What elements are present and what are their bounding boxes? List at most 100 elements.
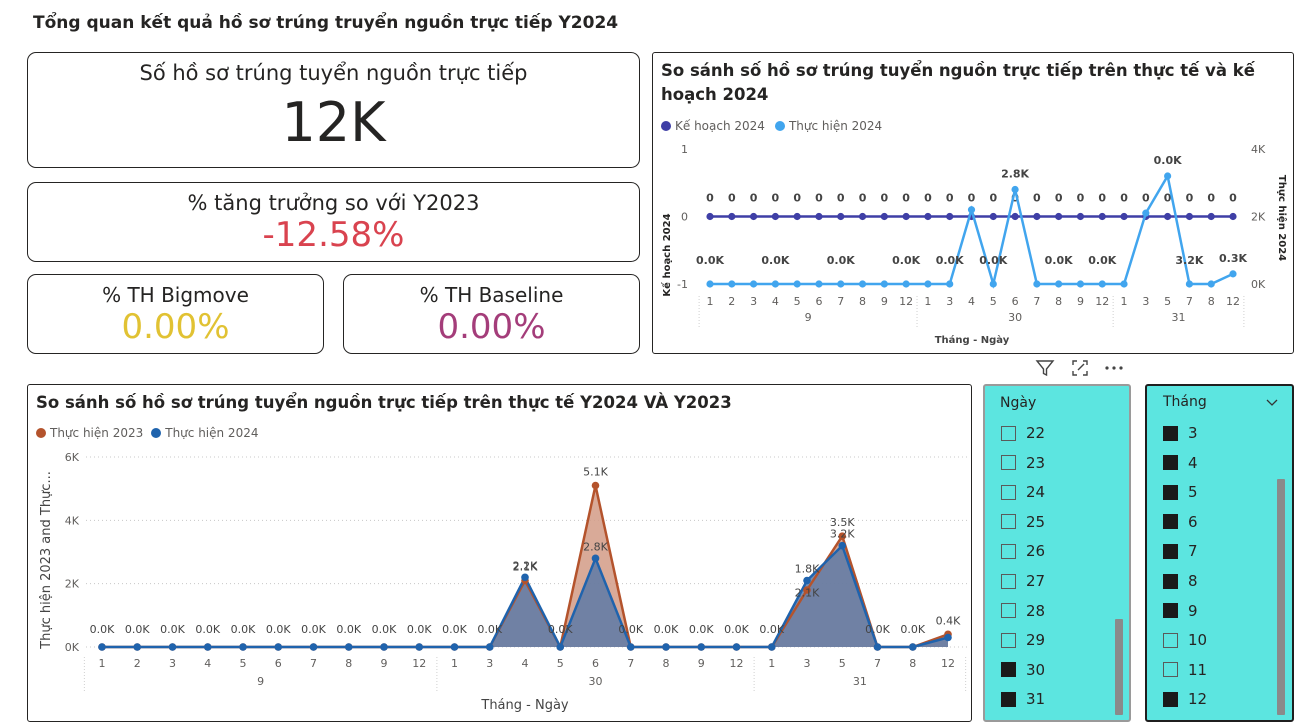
- actual-point[interactable]: [1229, 270, 1237, 278]
- day-item-31[interactable]: 31: [1001, 690, 1045, 708]
- actual-point[interactable]: [967, 206, 976, 214]
- checkbox-checked-icon[interactable]: [1163, 455, 1178, 471]
- month-item-4[interactable]: 4: [1163, 454, 1198, 472]
- point-2024[interactable]: [908, 643, 917, 651]
- plan-point[interactable]: [924, 212, 932, 221]
- actual-point[interactable]: [1142, 209, 1150, 217]
- point-2024[interactable]: [944, 633, 952, 642]
- point-2024[interactable]: [203, 643, 212, 651]
- checkbox-checked-icon[interactable]: [1001, 662, 1016, 678]
- day-item-26[interactable]: 26: [1001, 542, 1045, 560]
- plan-point[interactable]: [815, 212, 823, 221]
- plan-point[interactable]: [902, 212, 910, 221]
- actual-point[interactable]: [1076, 280, 1085, 288]
- point-2024[interactable]: [450, 643, 459, 651]
- actual-point[interactable]: [771, 280, 779, 288]
- actual-point[interactable]: [1120, 280, 1128, 288]
- plan-point[interactable]: [1207, 212, 1215, 221]
- checkbox-checked-icon[interactable]: [1163, 691, 1178, 707]
- checkbox-checked-icon[interactable]: [1163, 543, 1178, 559]
- point-2024[interactable]: [732, 643, 741, 651]
- actual-point[interactable]: [1098, 280, 1106, 288]
- plan-point[interactable]: [1098, 212, 1106, 221]
- plan-point[interactable]: [1033, 212, 1041, 221]
- day-item-30[interactable]: 30: [1001, 661, 1045, 679]
- chevron-down-icon[interactable]: [1265, 394, 1279, 413]
- more-options-icon[interactable]: [1103, 358, 1125, 383]
- point-2024[interactable]: [133, 643, 142, 651]
- month-item-11[interactable]: 11: [1163, 661, 1207, 679]
- actual-point[interactable]: [924, 280, 932, 288]
- actual-point[interactable]: [749, 280, 758, 288]
- actual-point[interactable]: [1185, 280, 1194, 288]
- checkbox-checked-icon[interactable]: [1163, 484, 1178, 500]
- actual-point[interactable]: [793, 280, 801, 288]
- plan-point[interactable]: [771, 212, 779, 221]
- month-item-9[interactable]: 9: [1163, 602, 1198, 620]
- kpi-card-bigmove[interactable]: % TH Bigmove 0.00%: [27, 274, 324, 354]
- point-2024[interactable]: [662, 643, 670, 651]
- day-item-23[interactable]: 23: [1001, 454, 1045, 472]
- month-item-8[interactable]: 8: [1163, 572, 1198, 590]
- checkbox-unchecked-icon[interactable]: [1001, 543, 1016, 559]
- checkbox-checked-icon[interactable]: [1001, 691, 1016, 707]
- checkbox-unchecked-icon[interactable]: [1001, 455, 1016, 471]
- y2024-vs-y2023-chart-panel[interactable]: So sánh số hồ sơ trúng tuyển nguồn trực …: [27, 384, 972, 722]
- day-item-25[interactable]: 25: [1001, 513, 1045, 531]
- day-item-29[interactable]: 29: [1001, 631, 1045, 649]
- plan-point[interactable]: [1164, 212, 1172, 221]
- checkbox-unchecked-icon[interactable]: [1001, 484, 1016, 500]
- actual-point[interactable]: [1207, 280, 1215, 288]
- month-item-7[interactable]: 7: [1163, 542, 1198, 560]
- point-2024[interactable]: [697, 643, 706, 651]
- point-2024[interactable]: [521, 573, 529, 582]
- actual-point[interactable]: [1055, 280, 1063, 288]
- month-item-10[interactable]: 10: [1163, 631, 1207, 649]
- kpi-card-baseline[interactable]: % TH Baseline 0.00%: [343, 274, 640, 354]
- checkbox-unchecked-icon[interactable]: [1001, 603, 1016, 619]
- actual-point[interactable]: [1164, 172, 1172, 180]
- plan-point[interactable]: [1185, 212, 1194, 221]
- point-2024[interactable]: [803, 576, 811, 585]
- point-2024[interactable]: [239, 643, 247, 651]
- day-slicer-scrollbar[interactable]: [1115, 619, 1123, 715]
- point-2024[interactable]: [556, 643, 565, 651]
- kpi-card-total[interactable]: Số hồ sơ trúng tuyển nguồn trực tiếp 12K: [27, 52, 640, 168]
- checkbox-checked-icon[interactable]: [1163, 514, 1178, 530]
- checkbox-checked-icon[interactable]: [1163, 573, 1178, 589]
- day-item-24[interactable]: 24: [1001, 483, 1045, 501]
- checkbox-checked-icon[interactable]: [1163, 603, 1178, 619]
- plan-vs-actual-chart-panel[interactable]: So sánh số hồ sơ trúng tuyển nguồn trực …: [652, 52, 1294, 354]
- plan-point[interactable]: [858, 212, 867, 221]
- plan-point[interactable]: [1120, 212, 1128, 221]
- day-item-22[interactable]: 22: [1001, 424, 1045, 442]
- checkbox-unchecked-icon[interactable]: [1001, 425, 1016, 441]
- actual-point[interactable]: [880, 280, 888, 288]
- month-item-3[interactable]: 3: [1163, 424, 1198, 442]
- actual-point[interactable]: [989, 280, 997, 288]
- month-item-12[interactable]: 12: [1163, 690, 1207, 708]
- point-2024[interactable]: [591, 554, 600, 563]
- plan-point[interactable]: [793, 212, 801, 221]
- checkbox-unchecked-icon[interactable]: [1001, 573, 1016, 589]
- plan-point[interactable]: [989, 212, 997, 221]
- actual-point[interactable]: [858, 280, 867, 288]
- point-2024[interactable]: [873, 643, 882, 651]
- month-slicer[interactable]: Tháng 3 4 5 6 7 8 9 10 11 12: [1145, 384, 1294, 722]
- plan-point[interactable]: [1055, 212, 1063, 221]
- point-2024[interactable]: [485, 643, 494, 651]
- actual-point[interactable]: [728, 280, 736, 288]
- day-slicer[interactable]: Ngày 22 23 24 25 26 27 28 29 30 31: [983, 384, 1131, 722]
- day-item-27[interactable]: 27: [1001, 572, 1045, 590]
- point-2024[interactable]: [168, 643, 177, 651]
- checkbox-unchecked-icon[interactable]: [1001, 632, 1016, 648]
- plan-point[interactable]: [706, 212, 714, 221]
- kpi-card-growth[interactable]: % tăng trưởng so với Y2023 -12.58%: [27, 182, 640, 262]
- actual-point[interactable]: [815, 280, 823, 288]
- point-2024[interactable]: [380, 643, 388, 651]
- plan-point[interactable]: [749, 212, 758, 221]
- point-2024[interactable]: [309, 643, 318, 651]
- plan-point[interactable]: [837, 212, 845, 221]
- checkbox-unchecked-icon[interactable]: [1163, 662, 1178, 678]
- day-item-28[interactable]: 28: [1001, 602, 1045, 620]
